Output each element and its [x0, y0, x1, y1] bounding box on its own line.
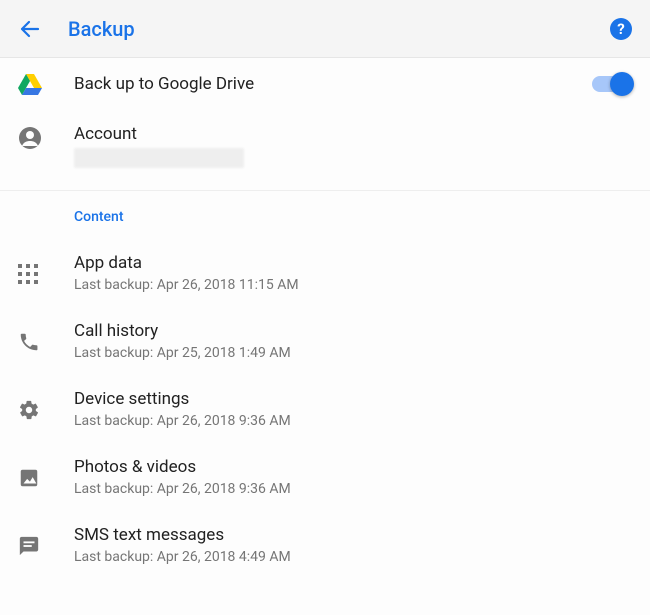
gear-icon: [18, 399, 40, 421]
app-header: Backup ?: [0, 0, 650, 58]
help-button[interactable]: ?: [610, 18, 632, 40]
content-item-title: SMS text messages: [74, 525, 632, 545]
backup-toggle[interactable]: [592, 76, 632, 92]
content-section-label: Content: [0, 195, 650, 239]
apps-grid-icon: [18, 264, 38, 284]
account-row[interactable]: Account: [0, 110, 650, 186]
back-button[interactable]: [18, 17, 42, 41]
content-item-title: Photos & videos: [74, 457, 632, 477]
message-icon: [18, 535, 40, 557]
toggle-knob: [610, 72, 634, 96]
content-item-call-history[interactable]: Call history Last backup: Apr 25, 2018 1…: [0, 307, 650, 375]
content-item-app-data[interactable]: App data Last backup: Apr 26, 2018 11:15…: [0, 239, 650, 307]
backup-to-drive-row: Back up to Google Drive: [0, 58, 650, 110]
content-item-subtitle: Last backup: Apr 26, 2018 9:36 AM: [74, 481, 632, 497]
content-item-subtitle: Last backup: Apr 26, 2018 4:49 AM: [74, 549, 632, 565]
account-value: [74, 148, 632, 172]
page-title: Backup: [68, 17, 135, 41]
google-drive-icon: [18, 74, 42, 96]
content-item-subtitle: Last backup: Apr 26, 2018 9:36 AM: [74, 413, 632, 429]
help-icon: ?: [617, 20, 624, 38]
phone-icon: [18, 331, 40, 353]
account-icon: [18, 126, 42, 150]
image-icon: [18, 467, 40, 489]
content-item-subtitle: Last backup: Apr 25, 2018 1:49 AM: [74, 345, 632, 361]
content-item-device-settings[interactable]: Device settings Last backup: Apr 26, 201…: [0, 375, 650, 443]
account-label: Account: [74, 124, 632, 144]
arrow-left-icon: [18, 17, 42, 41]
backup-settings-screen: Backup ? Back up to Google Drive: [0, 0, 650, 615]
section-divider: [0, 190, 650, 191]
content-item-sms[interactable]: SMS text messages Last backup: Apr 26, 2…: [0, 511, 650, 579]
content-item-subtitle: Last backup: Apr 26, 2018 11:15 AM: [74, 277, 632, 293]
content-item-title: Device settings: [74, 389, 632, 409]
content-item-title: Call history: [74, 321, 632, 341]
content-item-photos-videos[interactable]: Photos & videos Last backup: Apr 26, 201…: [0, 443, 650, 511]
backup-to-drive-label: Back up to Google Drive: [74, 74, 592, 94]
content-item-title: App data: [74, 253, 632, 273]
